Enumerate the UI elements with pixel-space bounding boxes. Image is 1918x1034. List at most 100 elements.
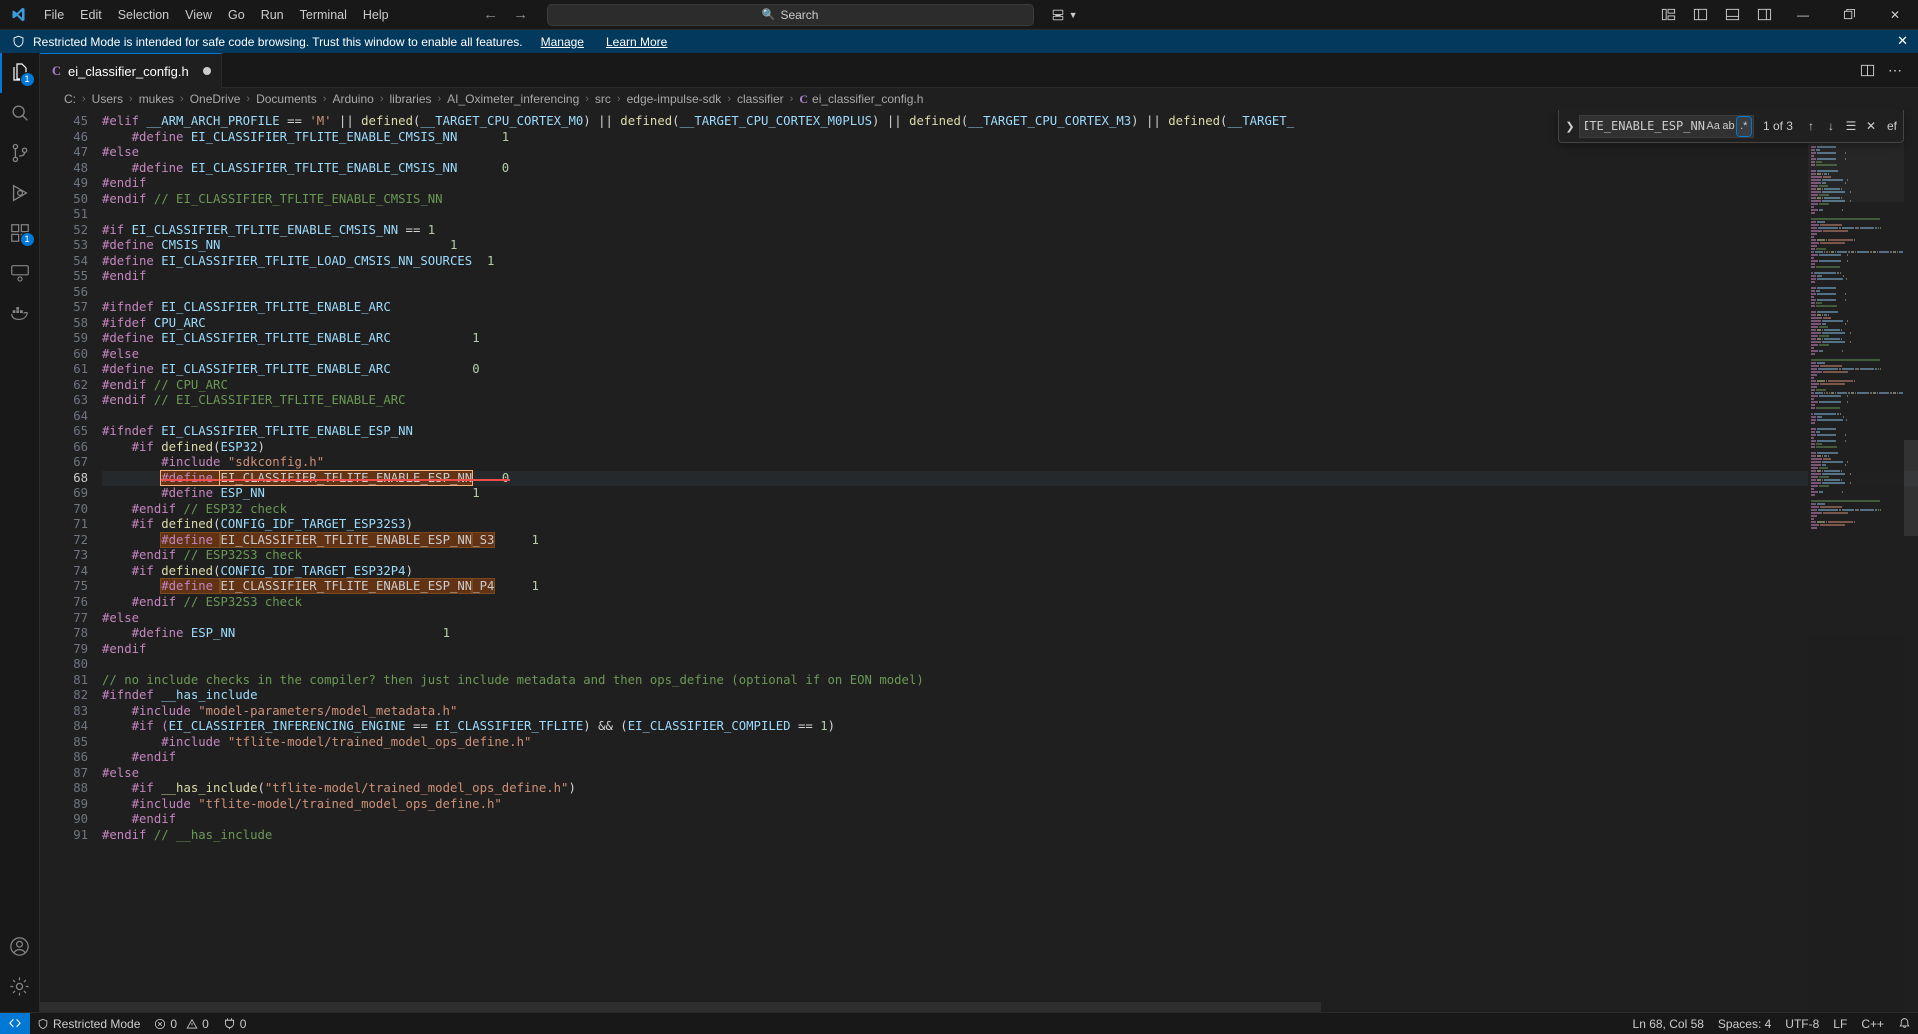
- code-line[interactable]: #if EI_CLASSIFIER_TFLITE_ENABLE_CMSIS_NN…: [102, 223, 1918, 239]
- menu-file[interactable]: File: [36, 4, 72, 26]
- code-line[interactable]: #define EI_CLASSIFIER_TFLITE_ENABLE_ARC …: [102, 331, 1918, 347]
- menu-view[interactable]: View: [177, 4, 220, 26]
- status-restricted-mode[interactable]: Restricted Mode: [30, 1013, 147, 1034]
- gear-icon[interactable]: [0, 966, 40, 1006]
- status-eol[interactable]: LF: [1826, 1013, 1854, 1034]
- account-icon[interactable]: [0, 926, 40, 966]
- breadcrumb-item-1[interactable]: Users: [90, 92, 125, 106]
- menu-terminal[interactable]: Terminal: [292, 4, 355, 26]
- tab-ei-classifier-config-h[interactable]: C ei_classifier_config.h: [40, 53, 222, 88]
- selection-find-icon[interactable]: ☰: [1841, 116, 1861, 136]
- code-line[interactable]: #endif // __has_include: [102, 828, 1918, 844]
- chevron-right-icon[interactable]: ❯: [1561, 120, 1579, 133]
- command-center-search[interactable]: 🔍 Search: [547, 4, 1034, 26]
- breadcrumb-item-5[interactable]: Arduino: [330, 92, 375, 106]
- sidebar-item-extensions[interactable]: 1: [0, 213, 40, 253]
- banner-manage-link[interactable]: Manage: [541, 35, 584, 49]
- code-line[interactable]: #endif // ESP32S3 check: [102, 595, 1918, 611]
- close-icon[interactable]: ✕: [1872, 0, 1918, 30]
- breadcrumb-item-3[interactable]: OneDrive: [188, 92, 243, 106]
- code-line[interactable]: #ifndef EI_CLASSIFIER_TFLITE_ENABLE_ESP_…: [102, 424, 1918, 440]
- menu-edit[interactable]: Edit: [72, 4, 110, 26]
- code-line[interactable]: #define EI_CLASSIFIER_TFLITE_LOAD_CMSIS_…: [102, 254, 1918, 270]
- horizontal-scrollbar[interactable]: [40, 1002, 1904, 1012]
- code-line[interactable]: #endif: [102, 269, 1918, 285]
- code-line[interactable]: #else: [102, 766, 1918, 782]
- code-line[interactable]: #endif // EI_CLASSIFIER_TFLITE_ENABLE_CM…: [102, 192, 1918, 208]
- restore-icon[interactable]: [1826, 0, 1872, 30]
- menu-run[interactable]: Run: [253, 4, 292, 26]
- code-line[interactable]: #ifndef __has_include: [102, 688, 1918, 704]
- breadcrumb-item-4[interactable]: Documents: [254, 92, 319, 106]
- status-encoding[interactable]: UTF-8: [1778, 1013, 1826, 1034]
- code-line[interactable]: #include "tflite-model/trained_model_ops…: [102, 797, 1918, 813]
- code-line[interactable]: #if defined(ESP32): [102, 440, 1918, 456]
- minimize-icon[interactable]: —: [1780, 0, 1826, 30]
- code-line[interactable]: #if (EI_CLASSIFIER_INFERENCING_ENGINE ==…: [102, 719, 1918, 735]
- status-problems[interactable]: 0 0: [147, 1013, 215, 1034]
- code-line[interactable]: [102, 657, 1918, 673]
- horizontal-scrollbar-thumb[interactable]: [40, 1002, 1321, 1012]
- code-line[interactable]: #else: [102, 347, 1918, 363]
- code-line[interactable]: #if defined(CONFIG_IDF_TARGET_ESP32P4): [102, 564, 1918, 580]
- code-line[interactable]: #if __has_include("tflite-model/trained_…: [102, 781, 1918, 797]
- code-line[interactable]: #ifndef EI_CLASSIFIER_TFLITE_ENABLE_ARC: [102, 300, 1918, 316]
- breadcrumb-item-2[interactable]: mukes: [137, 92, 176, 106]
- arrow-right-icon[interactable]: →: [513, 7, 529, 22]
- code-line[interactable]: #define ESP_NN 1: [102, 486, 1918, 502]
- arrow-down-icon[interactable]: ↓: [1821, 116, 1841, 136]
- customize-layout-icon[interactable]: [1652, 2, 1684, 28]
- remote-indicator-icon[interactable]: [0, 1013, 30, 1034]
- vertical-scrollbar[interactable]: [1904, 110, 1918, 1012]
- whole-word-icon[interactable]: ab: [1721, 117, 1735, 136]
- vertical-scrollbar-thumb[interactable]: [1904, 440, 1918, 536]
- code-content[interactable]: #elif __ARM_ARCH_PROFILE == 'M' || defin…: [102, 110, 1918, 1012]
- match-case-icon[interactable]: Aa: [1706, 117, 1720, 136]
- code-line[interactable]: #endif: [102, 176, 1918, 192]
- toggle-primary-sidebar-icon[interactable]: [1684, 2, 1716, 28]
- code-line[interactable]: #endif // ESP32S3 check: [102, 548, 1918, 564]
- breadcrumb-item-6[interactable]: libraries: [387, 92, 433, 106]
- close-icon[interactable]: ✕: [1861, 116, 1881, 136]
- code-line[interactable]: #endif // EI_CLASSIFIER_TFLITE_ENABLE_AR…: [102, 393, 1918, 409]
- arrow-left-icon[interactable]: ←: [483, 7, 499, 22]
- breadcrumb-item-7[interactable]: AI_Oximeter_inferencing: [445, 92, 581, 106]
- code-line[interactable]: #endif: [102, 750, 1918, 766]
- sidebar-item-search[interactable]: [0, 93, 40, 133]
- code-line[interactable]: #include "sdkconfig.h": [102, 455, 1918, 471]
- sidebar-item-run-and-debug[interactable]: [0, 173, 40, 213]
- toggle-panel-icon[interactable]: [1716, 2, 1748, 28]
- status-indentation[interactable]: Spaces: 4: [1711, 1013, 1778, 1034]
- find-input[interactable]: R_TFLITE_ENABLE_ESP_NN Aa ab .*: [1579, 115, 1754, 138]
- code-line[interactable]: #endif: [102, 812, 1918, 828]
- code-line[interactable]: #define CMSIS_NN 1: [102, 238, 1918, 254]
- status-ports[interactable]: 0: [216, 1013, 254, 1034]
- code-line[interactable]: #else: [102, 145, 1918, 161]
- arrow-up-icon[interactable]: ↑: [1801, 116, 1821, 136]
- banner-learn-more-link[interactable]: Learn More: [606, 35, 667, 49]
- split-editor-icon[interactable]: [1854, 56, 1880, 84]
- code-line[interactable]: #ifdef CPU_ARC: [102, 316, 1918, 332]
- code-line[interactable]: #define ESP_NN 1: [102, 626, 1918, 642]
- code-line[interactable]: #include "model-parameters/model_metadat…: [102, 704, 1918, 720]
- code-line[interactable]: #if defined(CONFIG_IDF_TARGET_ESP32S3): [102, 517, 1918, 533]
- sidebar-item-source-control[interactable]: [0, 133, 40, 173]
- code-line[interactable]: #define EI_CLASSIFIER_TFLITE_ENABLE_ESP_…: [102, 533, 1918, 549]
- sidebar-item-explorer[interactable]: 1: [0, 53, 40, 93]
- code-line[interactable]: #define EI_CLASSIFIER_TFLITE_ENABLE_CMSI…: [102, 161, 1918, 177]
- toggle-secondary-sidebar-icon[interactable]: [1748, 2, 1780, 28]
- code-editor[interactable]: 4546474849505152535455565758596061626364…: [40, 110, 1918, 1012]
- menu-selection[interactable]: Selection: [110, 4, 177, 26]
- sidebar-item-remote-explorer[interactable]: [0, 253, 40, 293]
- code-line[interactable]: [102, 207, 1918, 223]
- code-line[interactable]: #endif // CPU_ARC: [102, 378, 1918, 394]
- code-line[interactable]: [102, 285, 1918, 301]
- menu-go[interactable]: Go: [220, 4, 253, 26]
- code-line[interactable]: #endif // ESP32 check: [102, 502, 1918, 518]
- breadcrumb-item-0[interactable]: C:: [62, 92, 78, 106]
- code-line[interactable]: // no include checks in the compiler? th…: [102, 673, 1918, 689]
- breadcrumb-item-8[interactable]: src: [593, 92, 613, 106]
- find-widget[interactable]: ❯ R_TFLITE_ENABLE_ESP_NN Aa ab .* 1 of 3…: [1558, 110, 1904, 143]
- minimap[interactable]: [1808, 110, 1904, 1012]
- menu-help[interactable]: Help: [355, 4, 397, 26]
